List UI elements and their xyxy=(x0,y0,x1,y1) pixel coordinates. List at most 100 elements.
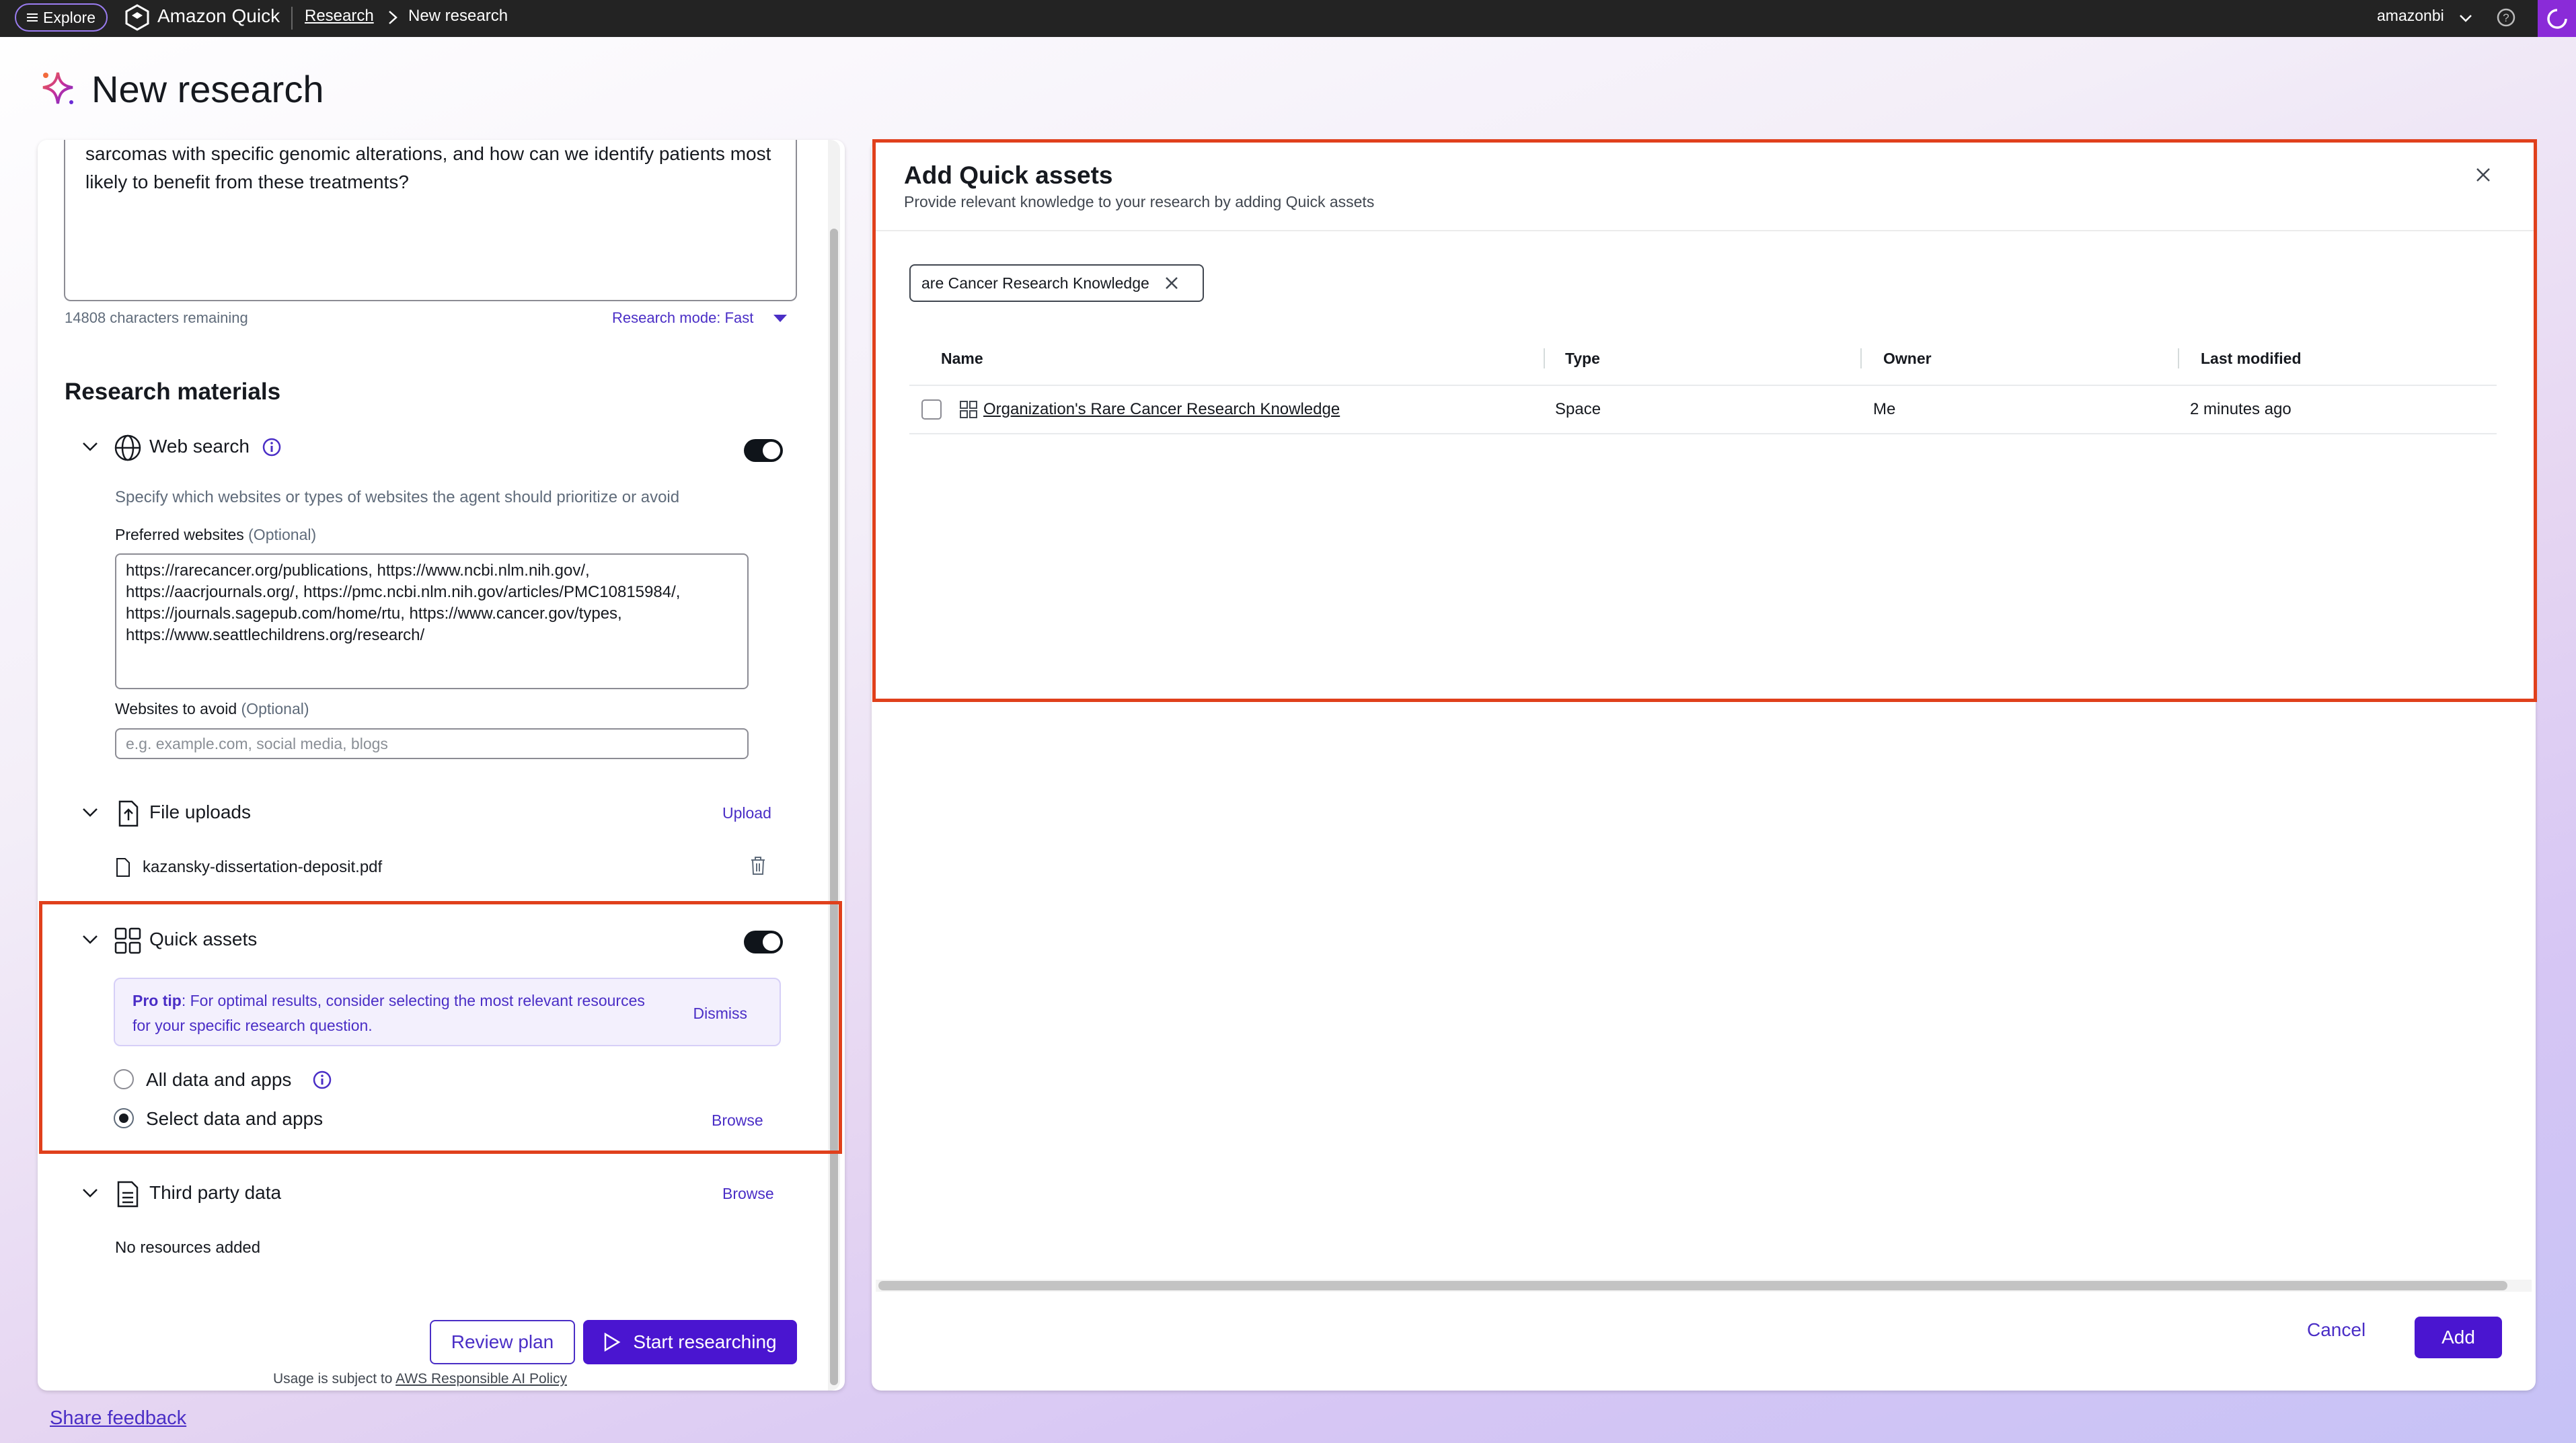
space-icon xyxy=(960,401,977,418)
chevron-down-icon[interactable] xyxy=(2458,8,2474,28)
column-divider xyxy=(1544,348,1545,368)
quick-assets-toggle[interactable] xyxy=(744,931,783,953)
pro-tip-body: : For optimal results, consider selectin… xyxy=(132,992,645,1034)
chevron-right-icon xyxy=(389,11,397,24)
explore-label: Explore xyxy=(43,8,96,26)
table-header-divider xyxy=(909,385,2497,386)
select-data-label[interactable]: Select data and apps xyxy=(146,1108,323,1130)
svg-text:?: ? xyxy=(2503,11,2509,24)
horizontal-scroll-thumb[interactable] xyxy=(878,1281,2507,1290)
file-uploads-label: File uploads xyxy=(149,802,251,822)
third-party-data-label: Third party data xyxy=(149,1182,282,1203)
trash-icon[interactable] xyxy=(749,856,767,876)
research-materials-heading: Research materials xyxy=(65,379,281,405)
breadcrumb-research-link[interactable]: Research xyxy=(305,7,374,26)
column-divider xyxy=(2178,348,2179,368)
start-researching-button[interactable]: Start researching xyxy=(583,1320,797,1364)
asset-last-modified: 2 minutes ago xyxy=(2190,400,2291,418)
preferred-websites-label-text: Preferred websites xyxy=(115,526,244,543)
assistant-button[interactable] xyxy=(2538,0,2576,37)
browse-third-party-button[interactable]: Browse xyxy=(722,1185,774,1203)
usage-prefix: Usage is subject to xyxy=(273,1371,393,1387)
explore-button[interactable]: Explore xyxy=(15,3,108,32)
column-divider xyxy=(1860,348,1862,368)
play-icon xyxy=(605,1333,621,1352)
sparkle-icon xyxy=(42,72,73,104)
column-header-name[interactable]: Name xyxy=(941,350,983,368)
file-upload-icon xyxy=(118,800,139,827)
pro-tip-strong: Pro tip xyxy=(132,992,182,1009)
research-question-text: sarcomas with specific genomic alteratio… xyxy=(85,143,771,192)
web-search-label: Web search xyxy=(149,436,250,457)
top-bar: Explore Amazon Quick Research New resear… xyxy=(0,0,2576,37)
column-header-type[interactable]: Type xyxy=(1565,350,1600,368)
share-feedback-link[interactable]: Share feedback xyxy=(50,1407,186,1430)
asset-type: Space xyxy=(1555,400,1601,418)
app-name: Amazon Quick xyxy=(157,5,280,26)
file-uploads-collapse-chevron-icon[interactable] xyxy=(79,802,101,823)
asset-name-link[interactable]: Organization's Rare Cancer Research Know… xyxy=(983,400,1340,419)
row-checkbox[interactable] xyxy=(921,399,942,420)
grid-icon xyxy=(114,927,141,954)
quick-assets-collapse-chevron-icon[interactable] xyxy=(79,929,101,950)
breadcrumb-current: New research xyxy=(408,7,508,25)
filter-token: are Cancer Research Knowledge xyxy=(909,264,1204,302)
page-title: New research xyxy=(91,68,324,110)
add-button[interactable]: Add xyxy=(2415,1317,2502,1358)
column-header-owner[interactable]: Owner xyxy=(1883,350,1932,368)
dismiss-tip-button[interactable]: Dismiss xyxy=(693,1001,748,1026)
menu-icon xyxy=(27,13,38,22)
user-menu[interactable]: amazonbi xyxy=(2377,7,2444,25)
select-data-radio[interactable] xyxy=(114,1108,134,1128)
research-form-panel: sarcomas with specific genomic alteratio… xyxy=(38,140,845,1391)
research-question-textarea[interactable]: sarcomas with specific genomic alteratio… xyxy=(64,140,797,301)
websites-to-avoid-label: Websites to avoid (Optional) xyxy=(115,700,309,718)
caret-down-icon[interactable] xyxy=(772,312,788,325)
info-icon[interactable] xyxy=(262,437,282,457)
all-data-label[interactable]: All data and apps xyxy=(146,1069,291,1091)
browse-quick-assets-button[interactable]: Browse xyxy=(712,1112,763,1130)
column-header-last-modified[interactable]: Last modified xyxy=(2201,350,2302,368)
web-search-toggle[interactable] xyxy=(744,439,783,462)
help-icon[interactable]: ? xyxy=(2495,7,2517,28)
optional-hint: (Optional) xyxy=(241,700,309,717)
websites-to-avoid-label-text: Websites to avoid xyxy=(115,700,237,717)
document-list-icon xyxy=(117,1181,139,1208)
web-search-collapse-chevron-icon[interactable] xyxy=(79,436,101,457)
optional-hint: (Optional) xyxy=(248,526,317,543)
start-researching-label: Start researching xyxy=(633,1331,777,1352)
file-icon xyxy=(116,858,130,877)
no-resources-text: No resources added xyxy=(115,1239,261,1257)
usage-notice: Usage is subject to AWS Responsible AI P… xyxy=(273,1371,567,1387)
chat-icon xyxy=(2546,8,2567,29)
modal-header-divider xyxy=(873,230,2534,231)
research-mode-dropdown[interactable]: Research mode: Fast xyxy=(612,309,753,327)
add-quick-assets-panel xyxy=(872,140,2536,1391)
characters-remaining: 14808 characters remaining xyxy=(65,309,248,326)
web-search-description: Specify which websites or types of websi… xyxy=(115,488,680,506)
uploaded-file-name: kazansky-dissertation-deposit.pdf xyxy=(143,858,383,876)
third-party-collapse-chevron-icon[interactable] xyxy=(79,1182,101,1204)
left-panel-scroll-thumb[interactable] xyxy=(830,229,838,1385)
topbar-divider xyxy=(291,7,293,30)
responsible-ai-policy-link[interactable]: AWS Responsible AI Policy xyxy=(395,1371,567,1387)
preferred-websites-textarea[interactable]: https://rarecancer.org/publications, htt… xyxy=(115,553,749,689)
close-icon[interactable] xyxy=(2473,165,2493,185)
all-data-radio[interactable] xyxy=(114,1069,134,1089)
websites-to-avoid-input[interactable] xyxy=(115,728,749,759)
table-row-divider xyxy=(909,433,2497,434)
remove-token-icon[interactable] xyxy=(1163,274,1180,292)
upload-button[interactable]: Upload xyxy=(722,804,771,822)
info-icon[interactable] xyxy=(312,1070,332,1090)
modal-subtitle: Provide relevant knowledge to your resea… xyxy=(904,193,1375,210)
preferred-websites-label: Preferred websites (Optional) xyxy=(115,526,316,544)
pro-tip-text: Pro tip: For optimal results, consider s… xyxy=(132,988,657,1038)
filter-token-label: are Cancer Research Knowledge xyxy=(921,274,1149,292)
quick-assets-label: Quick assets xyxy=(149,929,258,949)
review-plan-button[interactable]: Review plan xyxy=(430,1320,575,1364)
app-logo-icon xyxy=(125,4,149,31)
asset-owner: Me xyxy=(1873,400,1896,418)
pro-tip-alert: Pro tip: For optimal results, consider s… xyxy=(114,978,781,1046)
cancel-button[interactable]: Cancel xyxy=(2307,1319,2365,1341)
globe-icon xyxy=(114,434,141,461)
